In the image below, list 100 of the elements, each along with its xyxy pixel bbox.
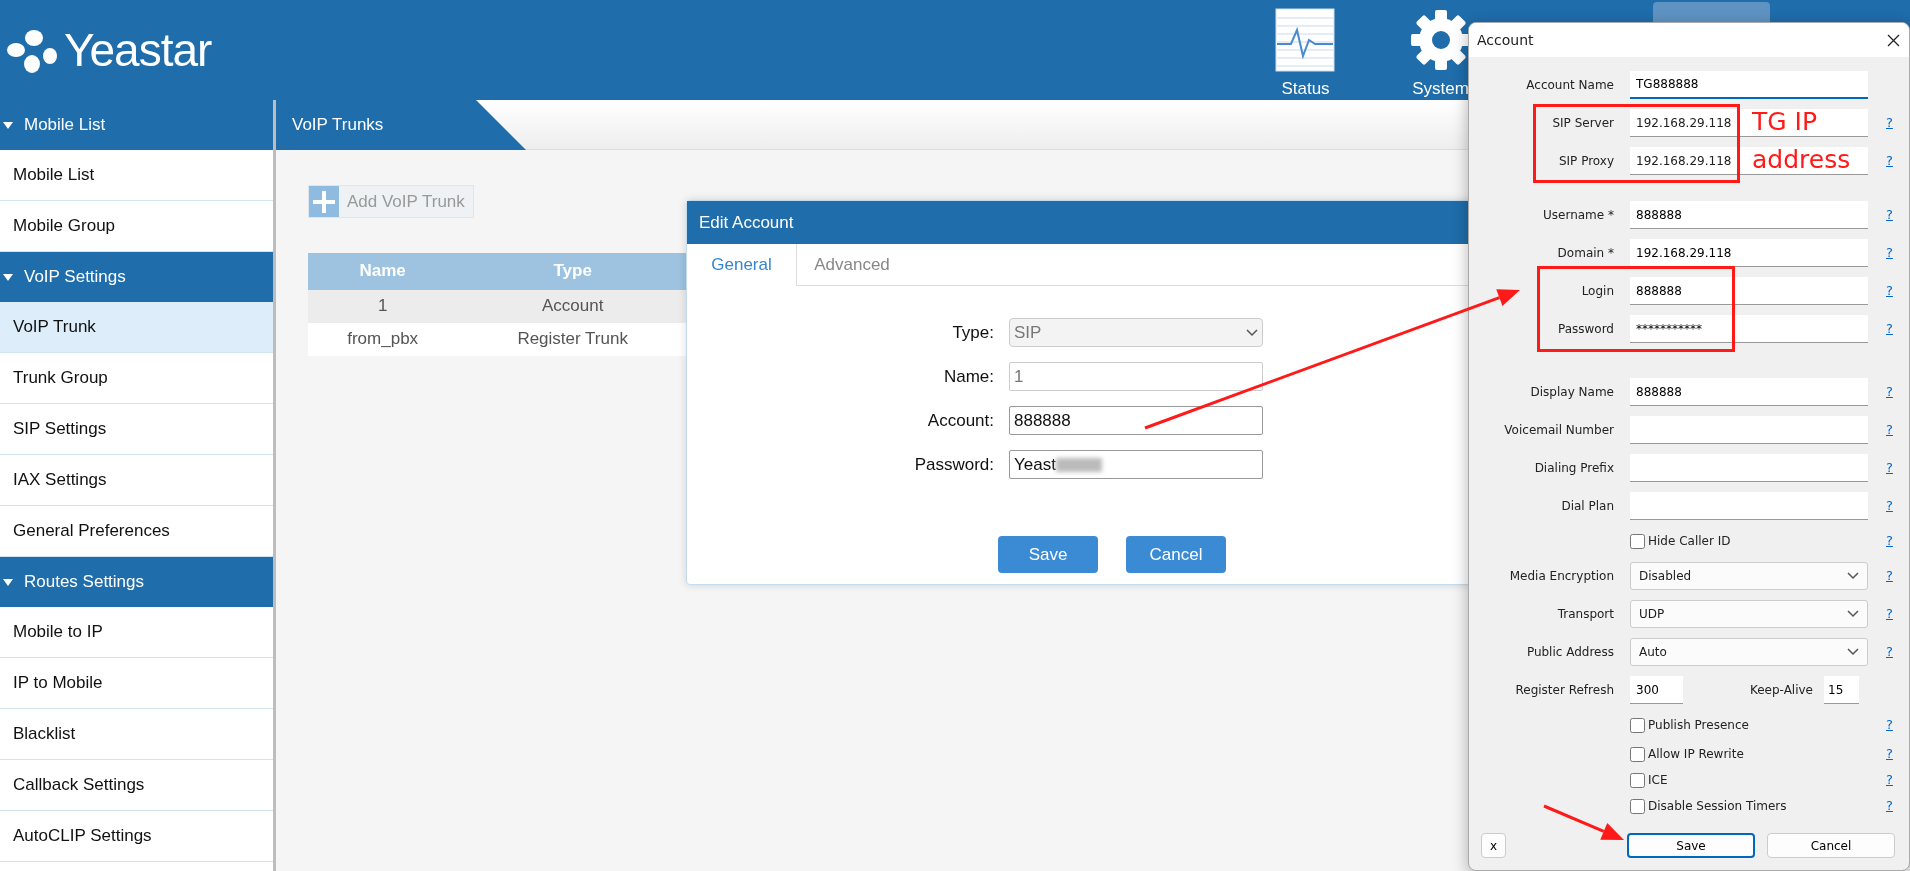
help-link[interactable]: ? — [1886, 604, 1893, 624]
sidebar-item[interactable]: IP to Mobile — [0, 658, 273, 709]
help-link[interactable]: ? — [1886, 420, 1893, 440]
field-label: Domain * — [1556, 245, 1614, 262]
sidebar-item[interactable]: Blacklist — [0, 709, 273, 760]
field-label: Name: — [942, 365, 994, 388]
text-field[interactable]: 192.168.29.118 — [1630, 239, 1868, 267]
field-label: Username * — [1542, 207, 1614, 224]
help-link[interactable]: ? — [1886, 151, 1893, 171]
sidebar-item[interactable]: Trunk Group — [0, 353, 273, 404]
help-link[interactable]: ? — [1886, 243, 1893, 263]
checkbox[interactable] — [1630, 746, 1645, 762]
checkbox[interactable] — [1630, 533, 1645, 549]
table-cell: Register Trunk — [457, 322, 688, 356]
cancel-button[interactable]: Cancel — [1126, 536, 1226, 573]
field-label: SIP Server — [1551, 115, 1614, 132]
help-link[interactable]: ? — [1886, 281, 1893, 301]
sidebar-item[interactable]: Mobile to IP — [0, 607, 273, 658]
checkbox[interactable] — [1630, 772, 1645, 788]
table-cell: from_pbx — [308, 322, 458, 356]
help-link[interactable]: ? — [1886, 319, 1893, 339]
group-title: VoIP Settings — [24, 266, 126, 289]
close-button[interactable]: x — [1481, 833, 1506, 858]
help-link[interactable]: ? — [1886, 531, 1893, 551]
text-field[interactable]: 300 — [1630, 676, 1683, 704]
help-link[interactable]: ? — [1886, 642, 1893, 662]
nav-item[interactable]: Status — [1238, 0, 1373, 102]
field-label: Password — [1556, 321, 1614, 338]
password-field[interactable]: Yeast — [1009, 450, 1263, 479]
sidebar-item[interactable]: IAX Settings — [0, 455, 273, 506]
field-label: Account Name — [1525, 77, 1614, 94]
text-field[interactable]: *********** — [1630, 315, 1868, 343]
text-field[interactable]: 15 — [1824, 676, 1859, 704]
help-link[interactable]: ? — [1886, 205, 1893, 225]
help-link[interactable]: ? — [1886, 796, 1893, 816]
field-label: Dialing Prefix — [1533, 460, 1614, 477]
save-button[interactable]: Save — [998, 536, 1098, 573]
sidebar-group-header[interactable]: Mobile List — [0, 100, 273, 150]
close-icon[interactable] — [1887, 33, 1900, 47]
text-field[interactable]: TG888888 — [1630, 71, 1868, 99]
checkbox[interactable] — [1630, 717, 1645, 733]
annotation-text: TG IP — [1752, 106, 1818, 138]
checkbox-label: ICE — [1648, 772, 1668, 789]
help-link[interactable]: ? — [1886, 382, 1893, 402]
text-field[interactable]: 888888 — [1630, 277, 1868, 305]
text-field[interactable] — [1630, 416, 1868, 444]
field-value: 192.168.29.118 — [1636, 114, 1732, 132]
field-label: Voicemail Number — [1503, 422, 1614, 439]
blur-redaction — [1055, 457, 1102, 472]
help-link[interactable]: ? — [1886, 770, 1893, 790]
field-label: Account: — [926, 409, 994, 432]
field-label: Transport — [1556, 606, 1614, 623]
text-field[interactable]: 888888 — [1630, 201, 1868, 229]
help-link[interactable]: ? — [1886, 458, 1893, 478]
chart-icon — [1274, 8, 1337, 72]
select-field[interactable]: Auto — [1630, 638, 1868, 666]
checkbox-label: Disable Session Timers — [1648, 798, 1787, 815]
help-link[interactable]: ? — [1886, 113, 1893, 133]
field-label: Login — [1580, 283, 1614, 300]
sidebar-group-header[interactable]: Routes Settings — [0, 557, 273, 607]
help-link[interactable]: ? — [1886, 496, 1893, 516]
sidebar-group-header[interactable]: VoIP Settings — [0, 252, 273, 302]
help-link[interactable]: ? — [1886, 715, 1893, 735]
checkbox-label: Publish Presence — [1648, 717, 1749, 734]
text-field[interactable]: 888888 — [1630, 378, 1868, 406]
sidebar-item[interactable]: SIP Settings — [0, 404, 273, 455]
text-field[interactable] — [1630, 492, 1868, 520]
group-title: Mobile List — [24, 114, 106, 137]
field-label: Media Encryption — [1508, 568, 1614, 585]
text-field[interactable]: 888888 — [1009, 406, 1263, 435]
field-label: Type: — [951, 321, 994, 344]
tab[interactable]: General — [687, 244, 797, 286]
chevron-icon — [1847, 610, 1859, 618]
group-title: Routes Settings — [24, 571, 144, 594]
help-link[interactable]: ? — [1886, 744, 1893, 764]
checkbox[interactable] — [1630, 798, 1645, 814]
select-field[interactable]: UDP — [1630, 600, 1868, 628]
field-value: 192.168.29.118 — [1636, 152, 1732, 170]
select-field[interactable]: Disabled — [1630, 562, 1868, 590]
field-label: Display Name — [1529, 384, 1614, 401]
field-label: Password: — [913, 453, 994, 476]
field-value: Yeast — [1014, 453, 1056, 476]
field-label: Dial Plan — [1560, 498, 1614, 515]
sidebar-item[interactable]: Mobile List — [0, 150, 273, 201]
plus-icon — [313, 190, 335, 213]
page-tab[interactable]: VoIP Trunks — [276, 100, 526, 150]
table-cell: 1 — [308, 289, 458, 323]
text-field[interactable] — [1630, 454, 1868, 482]
save-button[interactable]: Save — [1627, 833, 1755, 858]
sidebar-item[interactable]: Callback Settings — [0, 760, 273, 811]
field-label: Register Refresh — [1514, 682, 1614, 699]
text-field[interactable]: 192.168.29.118 TG IP — [1630, 109, 1868, 137]
column-header: Type — [457, 252, 688, 290]
cancel-button[interactable]: Cancel — [1767, 833, 1895, 858]
sidebar-item[interactable]: VoIP Trunk — [0, 302, 273, 353]
sidebar-item[interactable]: AutoCLIP Settings — [0, 811, 273, 862]
help-link[interactable]: ? — [1886, 566, 1893, 586]
text-field[interactable]: 192.168.29.118 address — [1630, 147, 1868, 175]
field-label: Keep-Alive — [1748, 682, 1813, 699]
chevron-icon — [1847, 648, 1859, 656]
